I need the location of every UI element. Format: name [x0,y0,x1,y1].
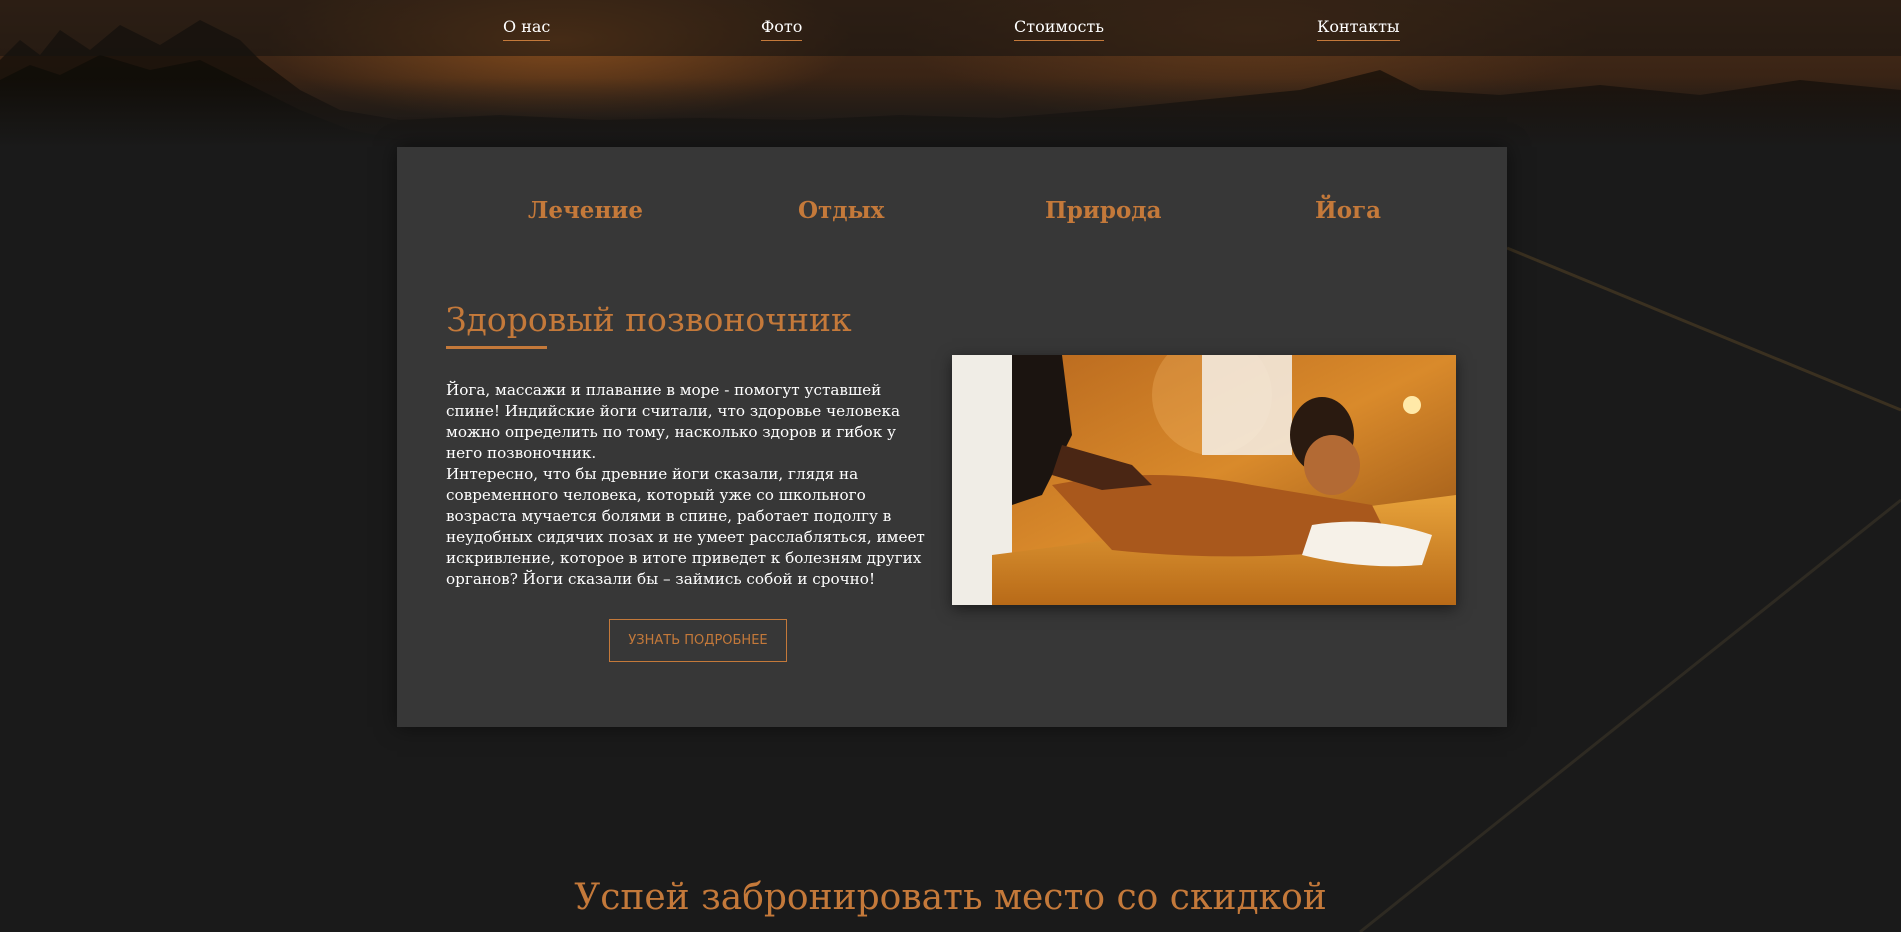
description-paragraph: Интересно, что бы древние йоги сказали, … [446,465,925,588]
massage-photo [952,355,1456,605]
content-card: Лечение Отдых Природа Йога Здоровый позв… [397,147,1507,727]
title-underline [446,346,547,349]
tab-yoga[interactable]: Йога [1315,197,1381,224]
tab-rest[interactable]: Отдых [798,197,884,224]
top-navigation: О нас Фото Стоимость Контакты [0,0,1901,56]
tab-treatment[interactable]: Лечение [528,197,643,224]
learn-more-button[interactable]: УЗНАТЬ ПОДРОБНЕЕ [609,619,787,662]
nav-link-contacts[interactable]: Контакты [1317,17,1400,41]
booking-promo-heading: Успей забронировать место со скидкой [574,877,1327,918]
nav-link-photo[interactable]: Фото [761,17,803,41]
section-title: Здоровый позвоночник [446,300,852,339]
description-text: Йога, массажи и плавание в море - помогу… [446,380,931,590]
massage-image-illustration [952,355,1456,605]
description-paragraph: Йога, массажи и плавание в море - помогу… [446,381,901,462]
nav-link-pricing[interactable]: Стоимость [1014,17,1104,41]
tab-nature[interactable]: Природа [1045,197,1162,224]
nav-link-about[interactable]: О нас [503,17,551,41]
